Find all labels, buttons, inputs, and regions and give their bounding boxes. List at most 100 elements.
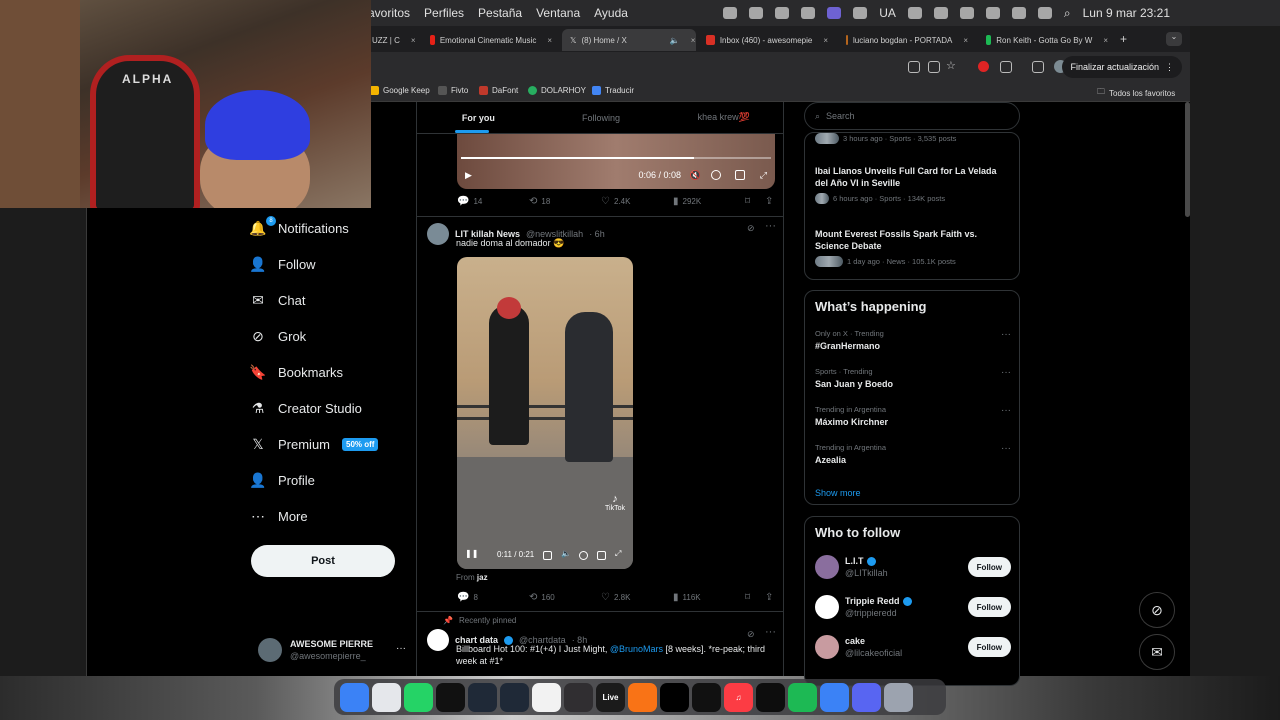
from-user[interactable]: jaz xyxy=(477,573,488,582)
close-icon[interactable]: × xyxy=(691,36,696,45)
video-player[interactable]: ▶ 0:06 / 0:08 🔇 ⤢ xyxy=(457,134,775,189)
news-item[interactable]: 3 hours ago · Sports · 3,535 posts xyxy=(815,133,1011,144)
sidebar-item-creator-studio[interactable]: ⚗ Creator Studio xyxy=(250,390,410,426)
share-button[interactable]: ⇪ xyxy=(765,592,773,603)
settings-icon[interactable] xyxy=(579,551,588,560)
menubar-clock[interactable]: Lun 9 mar 23:21 xyxy=(1083,6,1170,20)
tidal-icon[interactable] xyxy=(660,682,689,712)
bookmark-item[interactable]: Traducir xyxy=(592,86,634,95)
close-icon[interactable]: × xyxy=(823,36,828,45)
follow-suggestion[interactable]: cake @lilcakeoficial Follow xyxy=(815,633,1011,661)
volume-icon[interactable]: 🔈 xyxy=(561,549,571,558)
pip-icon[interactable] xyxy=(597,551,606,560)
close-icon[interactable]: × xyxy=(963,36,968,45)
more-icon[interactable]: ··· xyxy=(765,220,776,232)
status-icon[interactable] xyxy=(749,7,764,19)
whatsapp-icon[interactable] xyxy=(404,682,433,712)
grok-icon[interactable]: ⊘ xyxy=(747,629,755,640)
video-player[interactable]: ♪ TikTok ❚❚ 0:11 / 0:21 🔈 ⤢ xyxy=(457,257,633,569)
post-button[interactable]: Post xyxy=(251,545,395,577)
more-icon[interactable]: ··· xyxy=(1001,443,1011,454)
browser-tab[interactable]: luciano bogdan - PORTADA × xyxy=(838,29,976,51)
views-button[interactable]: ▮ 116K xyxy=(673,592,701,603)
sidebar-item-follow[interactable]: 👤 Follow xyxy=(249,246,410,282)
wifi-icon[interactable] xyxy=(1011,7,1026,19)
pip-icon[interactable] xyxy=(735,170,745,180)
mixer-icon[interactable] xyxy=(500,682,529,712)
tab-khea-krew[interactable]: khea krew💯 xyxy=(662,102,783,133)
all-bookmarks[interactable]: 🗀 Todos los favoritos xyxy=(1097,86,1175,100)
more-icon[interactable]: ··· xyxy=(765,626,776,638)
record-icon[interactable] xyxy=(978,61,989,72)
avatar[interactable] xyxy=(427,629,449,651)
trend-item[interactable]: Trending in Argentina Máximo Kirchner ··· xyxy=(815,405,1011,427)
browser-tab-active[interactable]: 𝕏 (8) Home / X 🔈 × xyxy=(562,29,696,51)
avatar[interactable] xyxy=(427,223,449,245)
update-button[interactable]: Finalizar actualización ⋮ xyxy=(1062,56,1182,78)
follow-suggestion[interactable]: L.I.T @LITkillah Follow xyxy=(815,553,1011,581)
fullscreen-icon[interactable]: ⤢ xyxy=(760,170,767,181)
extensions-icon[interactable] xyxy=(1000,61,1012,73)
browser-tab[interactable]: Inbox (460) - awesomepie × xyxy=(698,29,836,51)
messages-floating-button[interactable]: ✉ xyxy=(1139,634,1175,670)
browser-tab[interactable]: Ron Keith - Gotta Go By W × xyxy=(978,29,1116,51)
status-icon[interactable] xyxy=(775,7,790,19)
close-icon[interactable]: × xyxy=(1103,36,1108,45)
bookmark-button[interactable]: ⌑ xyxy=(745,196,750,207)
sidebar-item-bookmarks[interactable]: 🔖 Bookmarks xyxy=(249,354,410,390)
battery-icon[interactable] xyxy=(985,7,1000,19)
account-switcher[interactable]: AWESOME PIERRE @awesomepierre_ ··· xyxy=(258,635,408,665)
audio-icon[interactable]: 🔈 xyxy=(670,36,680,45)
repost-button[interactable]: ⟲ 160 xyxy=(529,592,555,603)
more-icon[interactable]: ··· xyxy=(1001,367,1011,378)
settings-icon[interactable] xyxy=(711,170,721,180)
views-button[interactable]: ▮ 292K xyxy=(673,196,701,207)
weather-icon[interactable] xyxy=(820,682,849,712)
bookmark-item[interactable]: Google Keep xyxy=(370,86,430,95)
play-icon[interactable]: ▶ xyxy=(465,170,472,181)
grok-icon[interactable]: ⊘ xyxy=(747,223,755,234)
media-icon[interactable] xyxy=(1032,61,1044,73)
control-center-icon[interactable] xyxy=(1037,7,1052,19)
sidebar-item-chat[interactable]: ✉ Chat xyxy=(250,282,410,318)
like-button[interactable]: ♡ 2.8K xyxy=(601,592,630,603)
browser-tab[interactable]: Emotional Cinematic Music × xyxy=(422,29,560,51)
menu-item[interactable]: avoritos xyxy=(368,6,410,20)
show-more-link[interactable]: Show more xyxy=(815,488,861,498)
sidebar-item-premium[interactable]: 𝕏 Premium 50% off xyxy=(250,426,410,462)
menu-item[interactable]: Pestaña xyxy=(478,6,522,20)
search-input[interactable]: ⌕ Search xyxy=(804,102,1020,130)
live-icon[interactable]: Live xyxy=(596,682,625,712)
status-icon[interactable] xyxy=(801,7,816,19)
browser-tab[interactable]: UZZ | C × xyxy=(364,29,420,51)
menu-item[interactable]: Perfiles xyxy=(424,6,464,20)
garageband-icon[interactable] xyxy=(628,682,657,712)
search-icon[interactable]: ⌕ xyxy=(1064,6,1071,21)
follow-suggestion[interactable]: Trippie Redd @trippieredd Follow xyxy=(815,593,1011,621)
more-icon[interactable]: ··· xyxy=(396,643,406,654)
sidebar-item-grok[interactable]: ⊘ Grok xyxy=(250,318,410,354)
repost-button[interactable]: ⟲ 18 xyxy=(529,196,550,207)
trend-item[interactable]: Only on X · Trending #GranHermano ··· xyxy=(815,329,1011,351)
status-icon[interactable] xyxy=(907,7,922,19)
input-source-label[interactable]: UA xyxy=(879,6,896,20)
fullscreen-icon[interactable]: ⤢ xyxy=(615,549,621,559)
chrome-icon[interactable] xyxy=(532,682,561,712)
trend-item[interactable]: Trending in Argentina Azealia ··· xyxy=(815,443,1011,465)
follow-button[interactable]: Follow xyxy=(967,637,1011,657)
star-icon[interactable]: ☆ xyxy=(946,59,956,72)
music-icon[interactable]: ♫ xyxy=(724,682,753,712)
status-icon[interactable] xyxy=(853,7,868,19)
sidebar-item-profile[interactable]: 👤 Profile xyxy=(249,462,410,498)
news-item[interactable]: Ibai Llanos Unveils Full Card for La Vel… xyxy=(815,165,1011,204)
spotify-icon[interactable] xyxy=(788,682,817,712)
tab-following[interactable]: Following xyxy=(540,102,663,133)
tab-search-icon[interactable]: ⌄ xyxy=(1166,32,1182,46)
reply-button[interactable]: 💬 8 xyxy=(457,592,478,603)
bookmark-button[interactable]: ⌑ xyxy=(745,592,750,603)
bookmark-item[interactable]: DOLARHOY xyxy=(528,86,586,95)
volume-icon[interactable]: 🔇 xyxy=(690,170,701,181)
close-icon[interactable]: × xyxy=(547,36,552,45)
more-icon[interactable]: ··· xyxy=(1001,405,1011,416)
menu-item[interactable]: Ayuda xyxy=(594,6,628,20)
